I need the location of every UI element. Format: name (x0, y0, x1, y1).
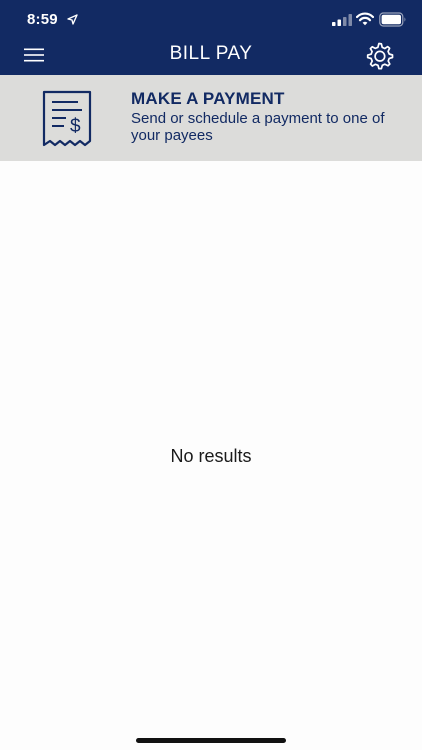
banner-title: MAKE A PAYMENT (131, 89, 285, 108)
banner-subtitle: Send or schedule a payment to one of you… (131, 110, 385, 144)
status-time: 8:59 (27, 11, 58, 28)
cellular-signal-icon (332, 14, 352, 26)
make-a-payment-banner[interactable]: $ MAKE A PAYMENT Send or schedule a paym… (0, 75, 422, 161)
nav-bar: BILL PAY (0, 34, 422, 75)
receipt-dollar-icon: $ (42, 90, 92, 147)
wifi-icon (356, 12, 374, 26)
home-indicator[interactable] (136, 738, 286, 743)
svg-text:$: $ (70, 116, 81, 137)
app-header: 8:59 BILL PAY (0, 0, 422, 75)
gear-icon[interactable] (363, 40, 395, 72)
location-arrow-icon (67, 14, 78, 25)
empty-results-message: No results (170, 446, 252, 466)
battery-icon (379, 12, 406, 27)
bill-pay-screen: 8:59 BILL PAY $ MAKE A PAYMENT Send or s… (0, 0, 422, 750)
page-title: BILL PAY (169, 43, 253, 64)
